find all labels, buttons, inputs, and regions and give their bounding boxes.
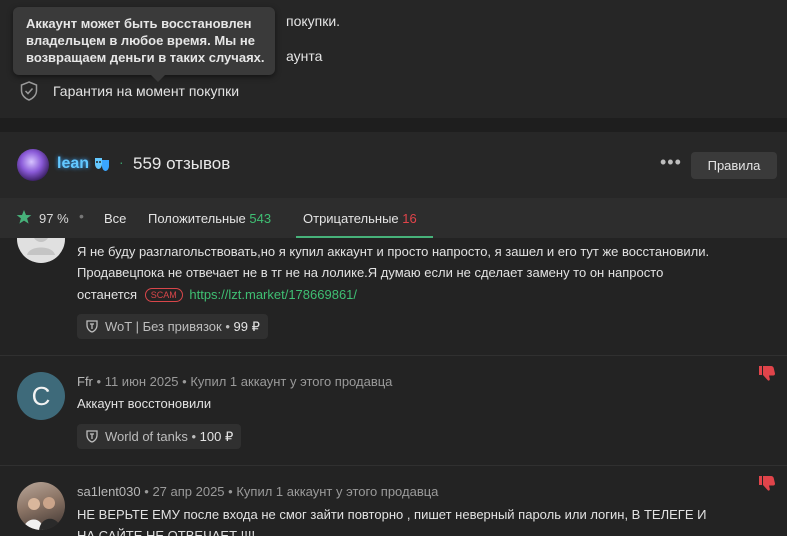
header-separator: · xyxy=(119,154,124,170)
thumbs-down-icon xyxy=(759,476,776,491)
review-text-line: НЕ ВЕРЬТЕ ЕМУ после входа не смог зайти … xyxy=(77,507,707,522)
tank-icon xyxy=(86,430,98,443)
review-meta: Ffr • 11 июн 2025 • Купил 1 аккаунт у эт… xyxy=(77,374,392,389)
tab-separator: • xyxy=(79,208,84,224)
tab-negative-label: Отрицательные xyxy=(303,211,399,226)
review-text-line: Продавецпока не отвечает не в тг не на л… xyxy=(77,265,664,280)
tab-positive[interactable]: Положительные 543 xyxy=(148,211,271,226)
meta-dot: • xyxy=(96,374,102,389)
review-meta: sa1lent030 • 27 апр 2025 • Купил 1 аккау… xyxy=(77,484,438,499)
review-divider xyxy=(0,465,787,466)
user-placeholder-icon xyxy=(27,238,55,255)
section-gap xyxy=(0,118,787,132)
refund-tooltip: Аккаунт может быть восстановлен владельц… xyxy=(13,7,275,82)
review-author[interactable]: sa1lent030 xyxy=(77,484,141,499)
product-name: World of tanks xyxy=(105,429,188,444)
product-name: WoT | Без привязок xyxy=(105,319,222,334)
review-text-line: НА САЙТЕ НЕ ОТВЕЧАЕТ !!!! xyxy=(77,528,256,536)
tank-icon xyxy=(86,320,98,333)
review-text-line: останется SCAM https://lzt.market/178669… xyxy=(77,287,357,302)
product-chip[interactable]: World of tanks • 100 ₽ xyxy=(77,424,242,449)
guarantee-label: Гарантия на момент покупки xyxy=(53,83,240,99)
review-link[interactable]: https://lzt.market/178669861/ xyxy=(189,287,357,302)
meta-dot: • xyxy=(191,429,197,444)
rules-button[interactable]: Правила xyxy=(691,152,777,179)
review-text-line: Я не буду разглагольствовать,но я купил … xyxy=(77,244,710,259)
profile-photo xyxy=(23,497,61,530)
seller-avatar[interactable] xyxy=(17,149,49,181)
tooltip-line: возвращаем деньги в таких случаях. xyxy=(26,50,265,65)
star-icon xyxy=(16,210,32,224)
reviews-list: Я не буду разглагольствовать,но я купил … xyxy=(0,238,787,536)
review-author[interactable]: Ffr xyxy=(77,374,93,389)
shield-check-icon xyxy=(20,81,38,101)
meta-dot: • xyxy=(144,484,149,499)
meta-dot: • xyxy=(228,484,233,499)
meta-dot: • xyxy=(225,319,230,334)
scam-tag: SCAM xyxy=(144,288,183,302)
top-line-1-tail: покупки. xyxy=(286,13,341,29)
more-options-icon[interactable]: ••• xyxy=(660,153,686,175)
review-count: 559 отзывов xyxy=(133,154,231,173)
review-date: 11 июн 2025 xyxy=(104,374,179,389)
tooltip-line: владельцем в любое время. Мы не xyxy=(26,33,255,48)
reviewer-avatar[interactable] xyxy=(17,482,65,530)
product-price: 99 ₽ xyxy=(233,319,260,334)
review-divider xyxy=(0,355,787,356)
product-chip[interactable]: WoT | Без привязок • 99 ₽ xyxy=(77,314,268,339)
rating-percent: 97 % xyxy=(39,211,69,226)
tab-negative-count: 16 xyxy=(402,211,417,226)
tab-negative[interactable]: Отрицательные 16 xyxy=(303,211,417,226)
theater-masks-icon xyxy=(95,158,109,171)
tab-positive-label: Положительные xyxy=(148,211,246,226)
tooltip-line: Аккаунт может быть восстановлен xyxy=(26,16,252,31)
review-purchase-info: Купил 1 аккаунт у этого продавца xyxy=(236,484,439,499)
tab-positive-count: 543 xyxy=(249,211,272,226)
thumbs-down-icon xyxy=(759,366,776,381)
reviewer-avatar[interactable] xyxy=(17,238,65,263)
top-line-2-tail: аунта xyxy=(286,48,323,64)
review-text-line: Аккаунт восстоновили xyxy=(77,396,212,411)
tab-all[interactable]: Все xyxy=(104,211,126,226)
review-text-end: останется xyxy=(77,287,138,302)
reviewer-avatar[interactable]: C xyxy=(17,372,65,420)
tooltip-arrow xyxy=(151,75,165,82)
product-price: 100 ₽ xyxy=(199,429,234,444)
meta-dot: • xyxy=(182,374,187,389)
review-date: 27 апр 2025 xyxy=(152,484,225,499)
seller-name[interactable]: lean xyxy=(57,155,89,173)
review-purchase-info: Купил 1 аккаунт у этого продавца xyxy=(190,374,393,389)
